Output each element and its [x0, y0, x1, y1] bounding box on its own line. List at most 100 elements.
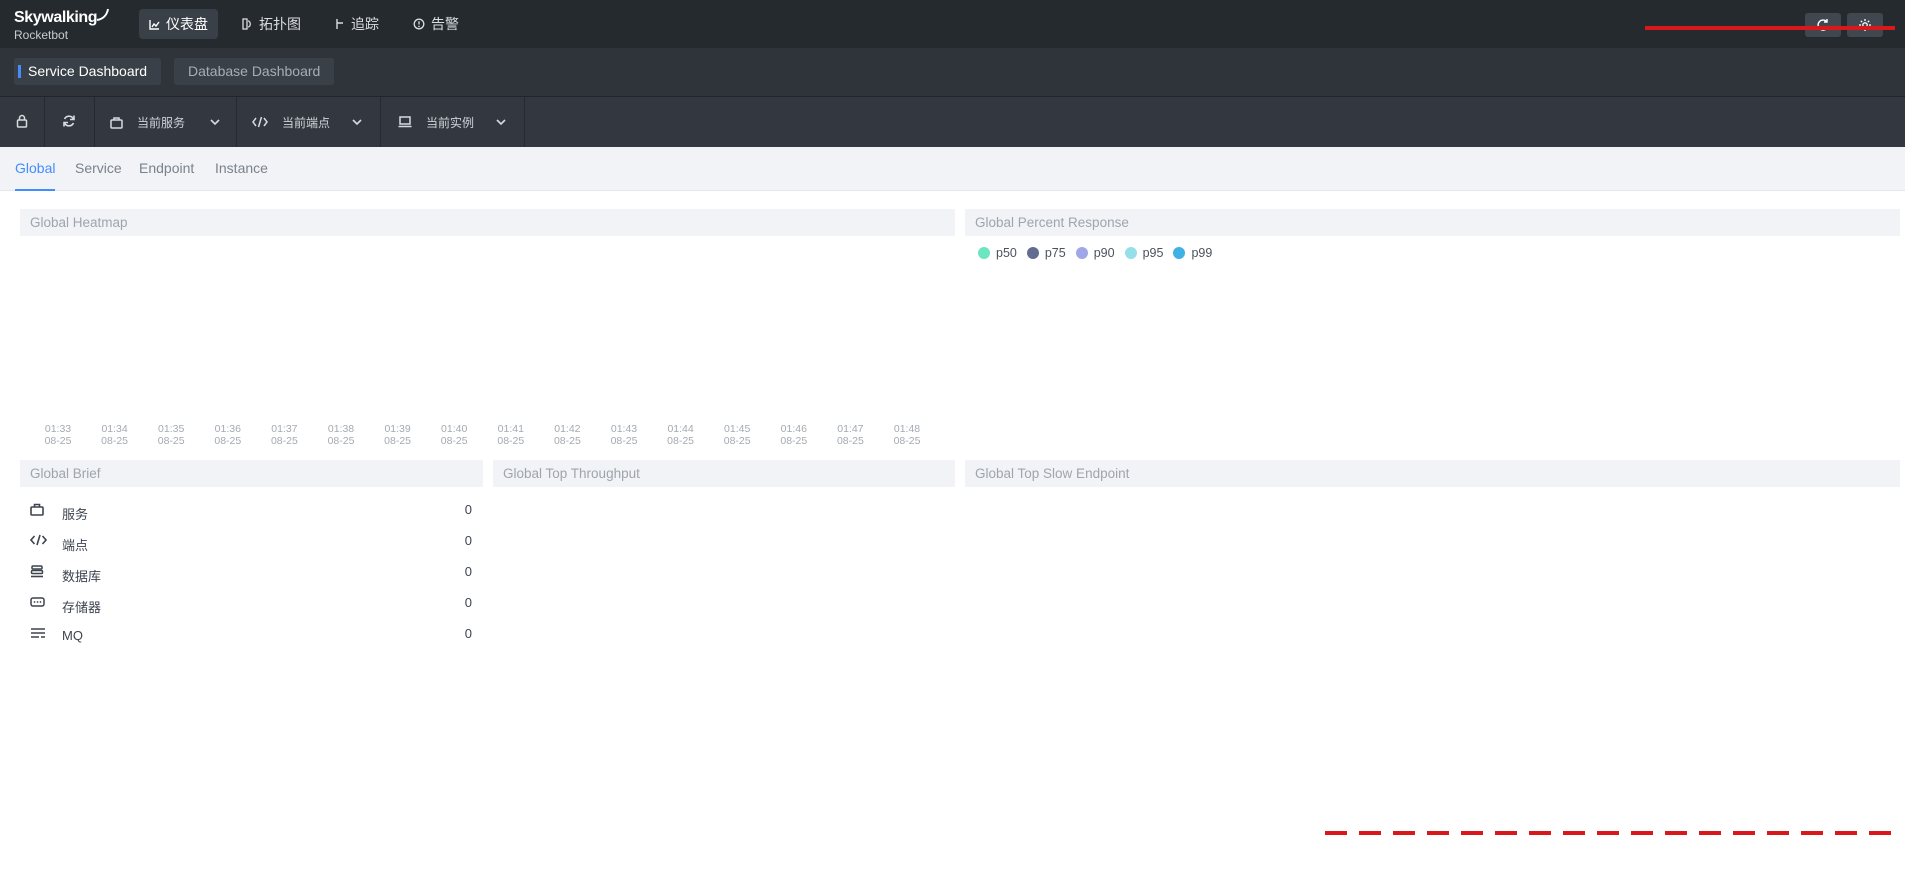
tick-date: 08-25: [553, 435, 581, 447]
legend-item-p75[interactable]: p75: [1026, 246, 1066, 260]
legend-dot: [1124, 247, 1137, 259]
tick-date: 08-25: [780, 435, 808, 447]
tab-service[interactable]: Service: [75, 160, 122, 189]
heatmap-time-tick: 01:40 08-25: [429, 423, 479, 447]
dashboard-tab-database[interactable]: Database Dashboard: [174, 58, 335, 85]
tick-date: 08-25: [327, 435, 355, 447]
tick-date: 08-25: [723, 435, 751, 447]
tick-time: 01:48: [893, 423, 921, 435]
tick-date: 08-25: [101, 435, 129, 447]
heatmap-time-tick: 01:35 08-25: [146, 423, 196, 447]
nav-label: 追踪: [351, 16, 379, 32]
brief-row-cache: 存储器 0: [30, 594, 472, 615]
legend-label: p99: [1191, 246, 1213, 260]
legend-dot: [1075, 247, 1088, 259]
service-selector[interactable]: 当前服务: [110, 97, 220, 147]
database-icon: [30, 565, 44, 578]
tick-date: 08-25: [214, 435, 242, 447]
chart-icon: [149, 19, 160, 30]
lock-icon[interactable]: [16, 114, 28, 128]
brief-row-database: 数据库 0: [30, 563, 472, 584]
brief-value: 0: [464, 626, 472, 641]
laptop-icon: [398, 116, 412, 128]
nav-topology[interactable]: 拓扑图: [232, 9, 311, 39]
watermark-top: [1645, 20, 1895, 42]
brief-row-mq: MQ 0: [30, 625, 472, 645]
legend-dot: [1026, 247, 1039, 259]
legend-label: p95: [1142, 246, 1164, 260]
reload-icon[interactable]: [62, 114, 76, 128]
brief-label: 数据库: [62, 569, 102, 584]
service-selector-label: 当前服务: [137, 115, 186, 130]
legend-label: p90: [1093, 246, 1115, 260]
tab-endpoint[interactable]: Endpoint: [139, 160, 194, 189]
heatmap-time-tick: 01:33 08-25: [33, 423, 83, 447]
nav-dashboard[interactable]: 仪表盘: [139, 9, 218, 39]
tick-time: 01:46: [780, 423, 807, 435]
brief-label: 端点: [62, 538, 89, 553]
legend-label: p50: [996, 246, 1017, 260]
heatmap-time-tick: 01:46 08-25: [769, 423, 819, 447]
tick-date: 08-25: [384, 435, 412, 447]
legend-dot: [1173, 247, 1186, 259]
tick-time: 01:39: [384, 423, 411, 435]
slow-endpoint-panel-title: Global Top Slow Endpoint: [965, 460, 1900, 487]
endpoint-icon: [30, 534, 47, 546]
dashboard-tab-service[interactable]: Service Dashboard: [14, 58, 162, 85]
heatmap-time-tick: 01:36 08-25: [203, 423, 253, 447]
legend-item-p95[interactable]: p95: [1124, 246, 1164, 260]
tick-time: 01:35: [158, 423, 185, 435]
code-icon: [252, 116, 268, 128]
heatmap-time-tick: 01:42 08-25: [542, 423, 592, 447]
heatmap-time-tick: 01:39 08-25: [373, 423, 423, 447]
toolbar-divider: [236, 97, 237, 147]
endpoint-selector[interactable]: 当前端点: [252, 97, 362, 147]
legend-item-p99[interactable]: p99: [1173, 246, 1212, 260]
chevron-down-icon: [210, 119, 220, 126]
logo-swoosh-icon: [96, 8, 110, 21]
service-icon: [30, 503, 44, 516]
heatmap-panel-title: Global Heatmap: [20, 209, 955, 236]
heatmap-time-tick: 01:37 08-25: [259, 423, 309, 447]
tick-date: 08-25: [893, 435, 921, 447]
instance-selector[interactable]: 当前实例: [398, 97, 506, 147]
brief-value: 0: [464, 502, 472, 517]
tick-time: 01:38: [327, 423, 355, 435]
logo[interactable]: Skywalking Rocketbot: [14, 8, 110, 42]
tick-time: 01:45: [724, 423, 751, 435]
heatmap-time-tick: 01:48 08-25: [882, 423, 932, 447]
tab-instance[interactable]: Instance: [215, 160, 268, 189]
tick-time: 01:47: [837, 423, 864, 435]
tick-time: 01:44: [667, 423, 694, 435]
nav-trace[interactable]: 追踪: [325, 9, 389, 39]
heatmap-time-tick: 01:41 08-25: [486, 423, 536, 447]
tick-date: 08-25: [497, 435, 525, 447]
nav-alarm[interactable]: 告警: [403, 9, 469, 39]
tick-date: 08-25: [44, 435, 72, 447]
tick-time: 01:43: [610, 423, 638, 435]
brief-row-service: 服务 0: [30, 501, 472, 522]
legend-item-p50[interactable]: p50: [978, 246, 1017, 260]
brief-label: MQ: [62, 628, 83, 643]
toolbar-divider: [94, 97, 95, 147]
tick-time: 01:33: [44, 423, 72, 435]
toolbar-divider: [524, 97, 525, 147]
brief-value: 0: [464, 533, 472, 548]
legend-label: p75: [1044, 246, 1066, 260]
top-bar: Skywalking Rocketbot 仪表盘 拓扑图 追踪 告警: [0, 0, 1905, 48]
tab-global[interactable]: Global: [15, 160, 56, 191]
percent-response-panel-title: Global Percent Response: [965, 209, 1900, 236]
tick-date: 08-25: [440, 435, 468, 447]
heatmap-time-tick: 01:47 08-25: [825, 423, 875, 447]
legend-item-p90[interactable]: p90: [1075, 246, 1115, 260]
tick-date: 08-25: [667, 435, 695, 447]
heatmap-time-tick: 01:34 08-25: [90, 423, 140, 447]
dashboard-selector-bar: Service Dashboard Database Dashboard: [0, 48, 1905, 97]
logo-subtitle: Rocketbot: [14, 28, 69, 42]
throughput-panel-title: Global Top Throughput: [493, 460, 955, 487]
percent-response-legend: p50 p75 p90 p95 p99: [978, 246, 1222, 260]
tick-date: 08-25: [157, 435, 185, 447]
brief-label: 服务: [62, 507, 89, 522]
nav-label: 告警: [431, 16, 459, 32]
tick-date: 08-25: [836, 435, 864, 447]
